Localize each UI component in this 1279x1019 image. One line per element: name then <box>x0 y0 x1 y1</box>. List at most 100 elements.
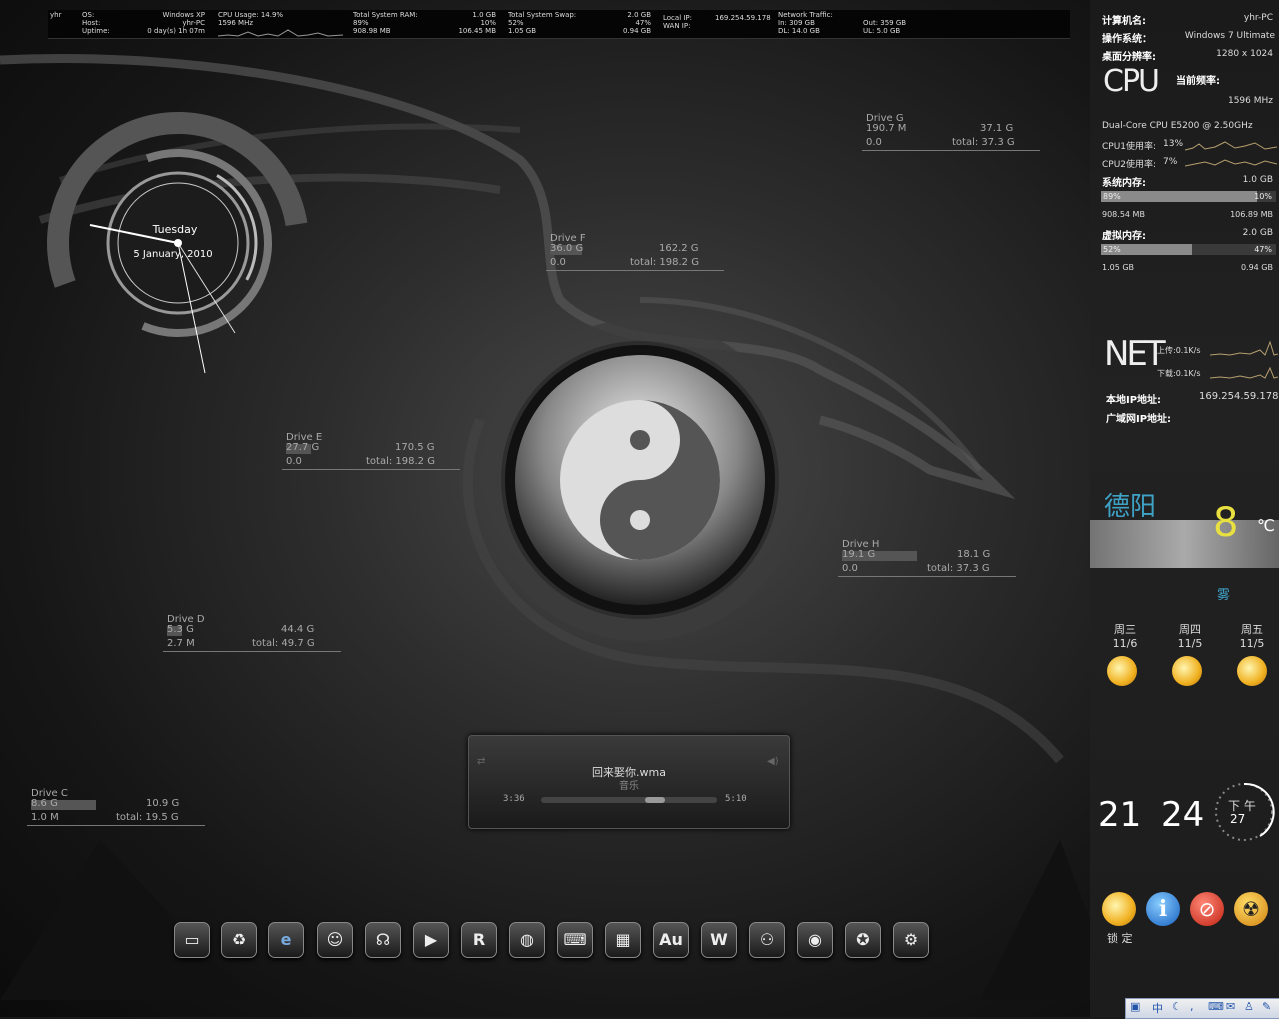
swap-free-pct: 47% <box>635 19 651 27</box>
drive-divider <box>862 150 1040 151</box>
drive-free: 10.9 G <box>146 798 180 809</box>
keyboard-icon[interactable]: ⌨ <box>1208 1000 1224 1013</box>
memory-free: 106.89 MB <box>1230 210 1273 219</box>
drive-widget-e: Drive E 27.7 G 170.5 G 0.0 total: 198.2 … <box>282 432 462 472</box>
cpu-graph <box>218 29 343 37</box>
drive-rate: 0.0 <box>866 137 882 148</box>
seek-bar[interactable] <box>541 797 717 803</box>
headset-icon[interactable]: ☊ <box>365 922 401 958</box>
audition-icon[interactable]: Au <box>653 922 689 958</box>
info-icon[interactable]: i <box>1146 892 1180 926</box>
virtual-memory-label: 虚拟内存: <box>1102 231 1146 242</box>
topbar-swap-values: 2.0 GB 47% 0.94 GB <box>603 11 651 35</box>
yin-yang-orb-icon[interactable] <box>500 340 780 620</box>
elapsed-time: 3:36 <box>503 794 525 804</box>
topbar-cpu: CPU Usage: 14.9% 1596 MHz <box>218 11 283 27</box>
memory-usage-fill <box>1101 191 1257 202</box>
os-name: Windows 7 Ultimate <box>1184 31 1275 41</box>
word-icon[interactable]: W <box>701 922 737 958</box>
memory-used: 908.54 MB <box>1102 210 1145 219</box>
drive-rate: 0.0 <box>550 257 566 268</box>
host-value: yhr-PC <box>182 19 205 27</box>
os-value: Windows XP <box>162 11 206 19</box>
rar-icon[interactable]: R <box>461 922 497 958</box>
memory-used-pct: 89% <box>1103 192 1121 201</box>
network-icon[interactable]: ⚇ <box>749 922 785 958</box>
drive-widget-h: Drive H 19.1 G 18.1 G 0.0 total: 37.3 G <box>838 539 1018 579</box>
package-icon[interactable]: ▦ <box>605 922 641 958</box>
net-out: Out: 359 GB <box>863 19 907 27</box>
net-traffic-graph <box>1210 340 1278 379</box>
alien-icon[interactable]: ◉ <box>797 922 833 958</box>
forecast-range: 11/5 <box>1177 637 1203 650</box>
drive-used: 19.1 G <box>842 549 876 560</box>
analog-clock <box>47 112 309 374</box>
cpu-logo: CPU <box>1103 64 1160 99</box>
lock-icon[interactable] <box>1102 892 1136 926</box>
drive-used: 5.3 G <box>167 624 194 635</box>
topbar-os-values: Windows XP yhr-PC 0 day(s) 1h 07m <box>143 11 205 35</box>
drive-divider <box>546 270 724 271</box>
local-ip-label: 本地IP地址: <box>1106 395 1162 406</box>
globe-icon[interactable]: ◍ <box>509 922 545 958</box>
host-label: Host: <box>82 19 101 27</box>
computer-icon[interactable]: ▭ <box>174 922 210 958</box>
wrench-icon[interactable]: ✎ <box>1262 1000 1271 1013</box>
messenger-icon[interactable]: ☺ <box>317 922 353 958</box>
swap-free: 0.94 GB <box>622 27 651 35</box>
upload-speed: 上传:0.1K/s <box>1157 346 1201 355</box>
computer-name-label: 计算机名: <box>1102 16 1146 27</box>
clock-date: 5 January, 2010 <box>133 249 213 260</box>
topbar-net-out: Out: 359 GB UL: 5.0 GB <box>863 19 906 35</box>
track-artist: 音乐 <box>619 781 639 792</box>
person-icon[interactable]: ♙ <box>1244 1000 1254 1013</box>
download-speed: 下载:0.1K/s <box>1157 369 1201 378</box>
settings-icon[interactable]: ⚙ <box>893 922 929 958</box>
virtual-memory-total: 2.0 GB <box>1242 228 1273 238</box>
seek-handle[interactable] <box>645 797 665 803</box>
keyboard-icon[interactable]: ⌨ <box>557 922 593 958</box>
forecast-day-1: 周三 11/6 <box>1105 621 1145 650</box>
drive-free: 37.1 G <box>980 123 1014 134</box>
drive-total: total: 37.3 G <box>927 563 990 574</box>
cpu2-value: 7% <box>1163 157 1178 167</box>
net-in: In: 309 GB <box>778 19 815 27</box>
volume-icon[interactable]: ◀) <box>767 756 779 767</box>
media-icon[interactable]: ▶ <box>413 922 449 958</box>
time-seconds: 27 <box>1230 812 1246 826</box>
top-system-bar: yhr OS: Host: Uptime: Windows XP yhr-PC … <box>48 10 1070 39</box>
shuffle-icon[interactable]: ⇄ <box>477 756 485 767</box>
wan-ip-label: 广域网IP地址: <box>1106 414 1172 425</box>
net-logo: NET <box>1104 334 1166 374</box>
radiation-icon[interactable]: ☢ <box>1234 892 1268 926</box>
internet-explorer-icon[interactable]: e <box>268 922 304 958</box>
ime-logo-icon[interactable]: ▣ <box>1130 1000 1140 1013</box>
virtual-memory-free-pct: 47% <box>1254 245 1272 254</box>
weather-city: 德阳 <box>1104 492 1157 522</box>
net-label: Network Traffic: <box>778 11 833 19</box>
sun-icon <box>1237 656 1267 686</box>
drive-used: 36.0 G <box>550 243 584 254</box>
drive-total: total: 19.5 G <box>116 812 179 823</box>
net-ul: UL: 5.0 GB <box>863 27 901 35</box>
recycle-bin-icon[interactable]: ♻ <box>221 922 257 958</box>
topbar-logo: yhr <box>50 11 62 19</box>
ram-total: 1.0 GB <box>472 11 496 19</box>
topbar-os-labels: OS: Host: Uptime: <box>82 11 110 35</box>
cpu2-label: CPU2使用率: <box>1102 160 1157 170</box>
swap-total: 2.0 GB <box>627 11 651 19</box>
block-icon[interactable]: ⊘ <box>1190 892 1224 926</box>
comma-icon[interactable]: , <box>1190 1000 1194 1013</box>
media-player: 回来娶你.wma 音乐 3:36 5:10 ⇄ ◀) <box>468 735 790 829</box>
lock-label: 锁 定 <box>1107 932 1133 945</box>
chat-icon[interactable]: ✉ <box>1226 1000 1235 1013</box>
time-minute: 24 <box>1161 795 1205 835</box>
moon-icon[interactable]: ☾ <box>1172 1000 1182 1013</box>
wan-ip-label: WAN IP: <box>663 22 691 30</box>
swap-used: 1.05 GB <box>508 27 537 35</box>
ime-chinese[interactable]: 中 <box>1152 1000 1163 1016</box>
drive-divider <box>838 576 1016 577</box>
forecast-day-2: 周四 11/5 <box>1170 621 1210 650</box>
browser-icon[interactable]: ✪ <box>845 922 881 958</box>
drive-widget-c: Drive C 8.6 G 10.9 G 1.0 M total: 19.5 G <box>27 788 207 828</box>
